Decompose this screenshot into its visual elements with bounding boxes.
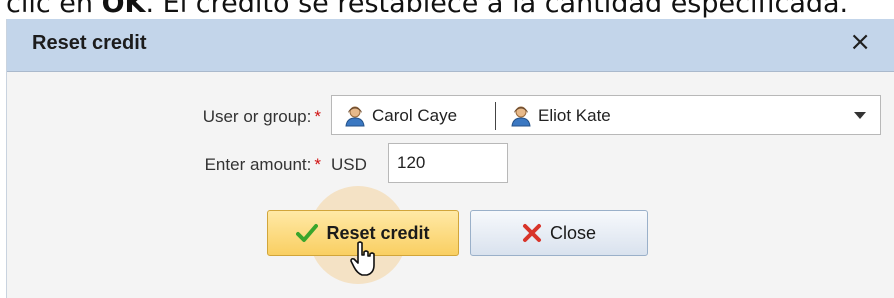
amount-input[interactable]: 120 bbox=[388, 143, 508, 183]
user-icon bbox=[511, 106, 531, 127]
currency-label: USD bbox=[331, 155, 367, 174]
close-button-label: Close bbox=[549, 222, 597, 243]
enter-amount-label: Enter amount: * bbox=[147, 155, 321, 175]
document-text-line: clic en OK. El crédito se restablece a l… bbox=[6, 0, 848, 19]
user-or-group-label: User or group: * bbox=[147, 107, 321, 127]
checkmark-icon bbox=[296, 223, 319, 243]
user-chip-label: Carol Caye bbox=[372, 106, 458, 125]
user-chip-label: Eliot Kate bbox=[538, 106, 611, 125]
required-asterisk: * bbox=[314, 107, 321, 126]
dialog-close-icon[interactable]: × bbox=[849, 27, 871, 57]
dialog-titlebar: Reset credit × bbox=[7, 19, 894, 72]
user-chip-carol[interactable]: Carol Caye bbox=[344, 103, 457, 129]
user-icon bbox=[345, 106, 365, 127]
close-icon bbox=[522, 223, 542, 243]
reset-credit-dialog: Reset credit × User or group: * Carol Cay… bbox=[6, 19, 894, 298]
doc-text-prefix: clic en bbox=[6, 0, 102, 19]
chevron-down-icon[interactable] bbox=[854, 112, 866, 119]
doc-text-bold: OK bbox=[101, 0, 146, 19]
user-or-group-label-text: User or group: bbox=[202, 107, 312, 126]
close-button[interactable]: Close bbox=[470, 210, 648, 256]
doc-text-suffix: . El crédito se restablece a la cantidad… bbox=[145, 0, 849, 19]
chip-separator bbox=[495, 102, 496, 130]
reset-credit-button[interactable]: Reset credit bbox=[267, 210, 459, 256]
reset-credit-button-label: Reset credit bbox=[326, 222, 430, 243]
user-or-group-select[interactable]: Carol Caye Eliot Kate bbox=[331, 95, 881, 135]
enter-amount-label-text: Enter amount: bbox=[204, 155, 312, 174]
required-asterisk: * bbox=[314, 155, 321, 174]
user-chip-eliot[interactable]: Eliot Kate bbox=[510, 103, 611, 129]
dialog-title: Reset credit bbox=[32, 32, 147, 54]
